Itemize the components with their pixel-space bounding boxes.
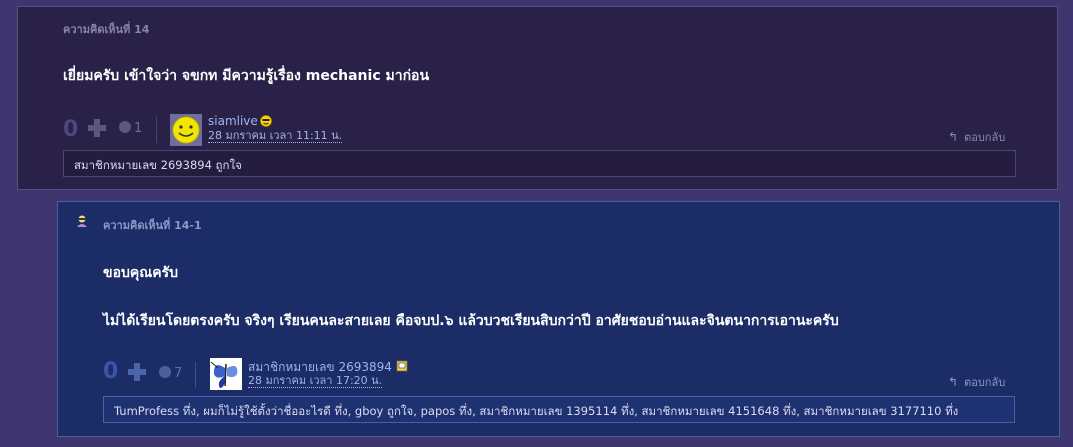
- badge-icon: [260, 115, 272, 127]
- plus-icon[interactable]: [88, 119, 106, 137]
- comment-card-14-1: ความคิดเห็นที่ 14-1 ขอบคุณครับ ไม่ได้เรี…: [57, 201, 1060, 437]
- divider: [156, 117, 157, 143]
- emotion-count: 7: [174, 366, 183, 381]
- avatar-butterfly: [210, 358, 242, 390]
- reply-label: ตอบกลับ: [964, 376, 1006, 389]
- comment-body: เยี่ยมครับ เข้าใจว่า จขกท มีความรู้เรื่อ…: [63, 68, 430, 84]
- likes-summary[interactable]: สมาชิกหมายเลข 2693894 ถูกใจ: [63, 150, 1016, 177]
- vote-count: 0: [103, 359, 119, 384]
- avatar[interactable]: [210, 358, 242, 390]
- plus-icon[interactable]: [128, 363, 146, 381]
- emotion-button[interactable]: 1: [119, 121, 142, 136]
- emotion-icon: [119, 121, 131, 133]
- avatar[interactable]: [170, 114, 202, 146]
- comment-card-14: ความคิดเห็นที่ 14 เยี่ยมครับ เข้าใจว่า จ…: [17, 6, 1058, 190]
- divider: [195, 362, 196, 388]
- comment-body-line-2: ไม่ได้เรียนโดยตรงครับ จริงๆ เรียนคนละสาย…: [103, 313, 839, 329]
- reply-arrow-icon: ↰: [948, 375, 959, 389]
- reply-button[interactable]: ↰ ตอบกลับ: [948, 373, 1005, 391]
- comment-header: ความคิดเห็นที่ 14-1: [103, 219, 202, 232]
- reply-button[interactable]: ↰ ตอบกลับ: [948, 128, 1005, 146]
- comment-header: ความคิดเห็นที่ 14: [63, 23, 150, 36]
- emotion-button[interactable]: 7: [159, 366, 182, 381]
- likes-summary[interactable]: TumProfess ทึ่ง, ผมก็ไม่รู้ใช้ตั้งว่าชื่…: [103, 396, 1015, 423]
- avatar-smiley: [170, 114, 202, 146]
- emotion-icon: [159, 366, 171, 378]
- emotion-count: 1: [134, 121, 143, 136]
- badge-icon: [396, 360, 408, 372]
- post-date-link[interactable]: 28 มกราคม เวลา 17:20 น.: [248, 375, 383, 388]
- vote-count: 0: [63, 117, 79, 142]
- reply-label: ตอบกลับ: [964, 131, 1006, 144]
- post-date-link[interactable]: 28 มกราคม เวลา 11:11 น.: [208, 130, 343, 143]
- username-link[interactable]: siamlive: [208, 114, 258, 128]
- user-icon: [77, 215, 87, 227]
- reply-arrow-icon: ↰: [948, 130, 959, 144]
- comment-body-line-1: ขอบคุณครับ: [103, 265, 178, 281]
